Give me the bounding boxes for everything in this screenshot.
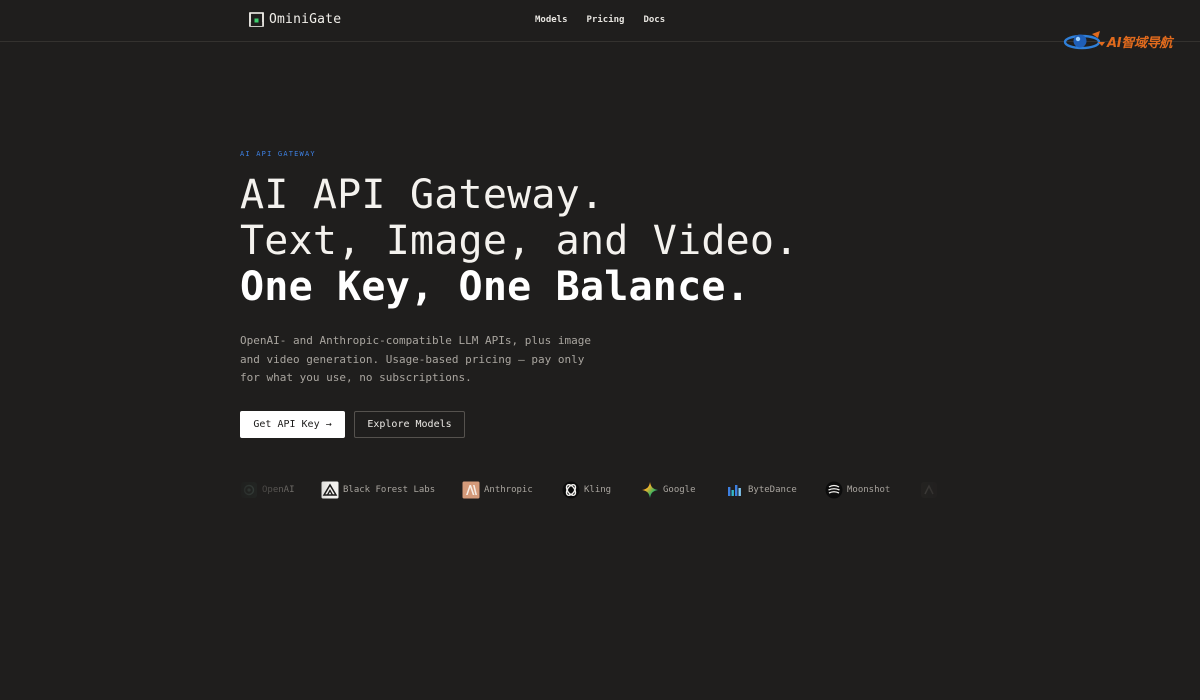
provider-name: Moonshot (847, 485, 891, 495)
brand-name: OminiGate (269, 12, 342, 27)
watermark-logo-icon (1063, 31, 1105, 50)
provider-logo-strip: OpenAI Black Forest Labs Anthropic Kling… (240, 480, 956, 500)
provider-black-forest-labs[interactable]: Black Forest Labs (321, 480, 435, 500)
headline-line-3: One Key, One Balance. (240, 264, 750, 310)
provider-name: ByteDance (748, 485, 797, 495)
google-icon (642, 482, 658, 498)
hero-subtitle: OpenAI- and Anthropic-compatible LLM API… (240, 334, 591, 384)
provider-name: Anthropic (484, 485, 533, 495)
openai-icon (241, 482, 257, 498)
watermark: AI智域导航 (1062, 28, 1182, 54)
provider-name: Black Forest Labs (343, 485, 436, 495)
brand-logo-link[interactable]: OminiGate (249, 12, 341, 27)
provider-kling[interactable]: Kling (562, 480, 611, 500)
headline-line-1: AI API Gateway. (240, 172, 605, 218)
provider-name: Kling (584, 485, 612, 495)
provider-anthropic[interactable]: Anthropic (462, 480, 533, 500)
provider-partial[interactable] (920, 480, 942, 500)
provider-name: Google (663, 485, 696, 495)
provider-bytedance[interactable]: ByteDance (726, 480, 797, 500)
anthropic-icon (462, 481, 480, 499)
watermark-text: AI智域导航 (1107, 35, 1173, 51)
black-forest-labs-icon (321, 481, 339, 499)
provider-moonshot[interactable]: Moonshot (825, 480, 890, 500)
headline-line-2: Text, Image, and Video. (240, 218, 799, 264)
explore-models-button[interactable]: Explore Models (354, 411, 465, 438)
nav-link-pricing[interactable]: Pricing (587, 15, 625, 26)
top-navigation-bar: OminiGate Models Pricing Docs (0, 0, 1200, 42)
nav-link-docs[interactable]: Docs (643, 15, 665, 26)
get-api-key-button[interactable]: Get API Key → (240, 411, 345, 438)
ominigate-logo-icon (249, 12, 264, 27)
partial-provider-icon (921, 482, 937, 498)
nav-link-models[interactable]: Models (535, 15, 568, 26)
provider-google[interactable]: Google (641, 480, 696, 500)
provider-name: OpenAI (262, 485, 295, 495)
main-nav: Models Pricing Docs (535, 15, 665, 26)
kling-icon (562, 481, 580, 499)
provider-openai[interactable]: OpenAI (240, 480, 295, 500)
hero-headline: AI API Gateway. Text, Image, and Video. … (240, 172, 799, 310)
moonshot-icon (825, 481, 843, 499)
hero-eyebrow: AI API GATEWAY (240, 150, 316, 158)
bytedance-icon (728, 485, 741, 496)
